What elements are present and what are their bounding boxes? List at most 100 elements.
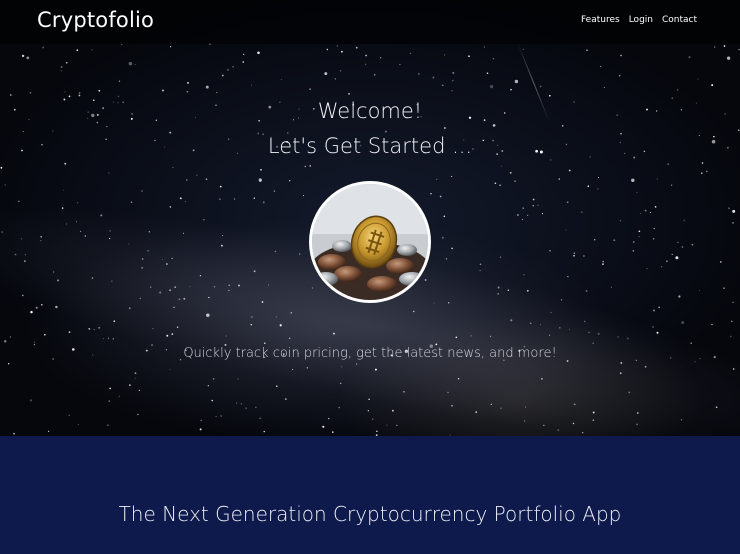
star (441, 84, 444, 87)
star (652, 237, 655, 240)
star (432, 76, 435, 79)
star (200, 419, 202, 422)
star (306, 367, 309, 369)
star (14, 253, 17, 256)
star (171, 333, 174, 336)
star (173, 306, 175, 309)
star (403, 391, 405, 393)
star (88, 327, 91, 330)
star (182, 232, 185, 234)
star (176, 326, 179, 328)
star (30, 310, 33, 314)
star (529, 322, 532, 325)
star (232, 66, 234, 68)
star (98, 326, 101, 329)
star (21, 54, 25, 58)
star (174, 286, 177, 288)
star (327, 417, 330, 420)
star (715, 406, 718, 409)
star (646, 267, 648, 269)
star (549, 334, 551, 336)
star (540, 377, 543, 380)
star (309, 88, 311, 90)
star (259, 417, 261, 419)
star (376, 430, 378, 433)
star (671, 184, 673, 186)
hero-title: Welcome! Let's Get Started ... (0, 94, 740, 164)
star (212, 378, 215, 380)
star (24, 260, 26, 262)
nav-link-features[interactable]: Features (581, 15, 620, 25)
star (558, 326, 561, 329)
star (219, 185, 222, 188)
star (84, 235, 87, 237)
star (290, 312, 292, 314)
star (76, 202, 79, 204)
star (514, 180, 516, 183)
star (304, 165, 307, 168)
star (216, 91, 218, 94)
star (373, 74, 376, 76)
star (68, 331, 71, 333)
star (264, 342, 266, 345)
star (732, 301, 734, 304)
star (526, 289, 529, 292)
nav-link-login[interactable]: Login (629, 15, 653, 25)
star (228, 289, 230, 291)
star (20, 238, 23, 240)
star (178, 298, 181, 301)
star (600, 65, 602, 67)
star (162, 89, 164, 92)
star (169, 289, 172, 292)
star (537, 204, 539, 206)
star (451, 175, 453, 178)
star (109, 230, 111, 232)
star (29, 399, 33, 402)
star (159, 291, 162, 294)
star (137, 413, 139, 416)
star (409, 52, 412, 55)
star (468, 55, 470, 58)
star (698, 290, 700, 292)
star (442, 237, 444, 239)
brand-logo-link[interactable]: Cryptofolio (37, 8, 154, 32)
star (619, 75, 621, 77)
star (267, 284, 270, 286)
star (652, 326, 654, 328)
star (522, 48, 524, 50)
star (565, 229, 567, 231)
star (452, 71, 455, 74)
star (141, 258, 144, 260)
star (631, 178, 635, 183)
star (678, 295, 681, 298)
star (207, 385, 209, 387)
star (273, 190, 275, 192)
nav-link-contact[interactable]: Contact (662, 15, 697, 25)
star (237, 378, 239, 380)
star (147, 250, 149, 252)
star (284, 398, 287, 401)
star (302, 195, 305, 197)
star (602, 263, 604, 265)
star (199, 428, 202, 431)
star (455, 336, 458, 339)
star (47, 430, 50, 433)
star (211, 399, 213, 402)
star (148, 231, 150, 233)
star (169, 206, 172, 208)
star (452, 79, 454, 82)
star (413, 310, 415, 313)
star (380, 57, 382, 59)
star (75, 221, 77, 223)
star (77, 423, 79, 426)
section-title: The Next Generation Cryptocurrency Portf… (118, 502, 622, 526)
star (128, 61, 133, 66)
star (334, 78, 336, 80)
star (680, 419, 683, 421)
star (507, 289, 509, 291)
star (365, 54, 367, 57)
star (339, 70, 342, 72)
star (128, 307, 131, 310)
star (470, 334, 472, 337)
star (9, 336, 11, 338)
